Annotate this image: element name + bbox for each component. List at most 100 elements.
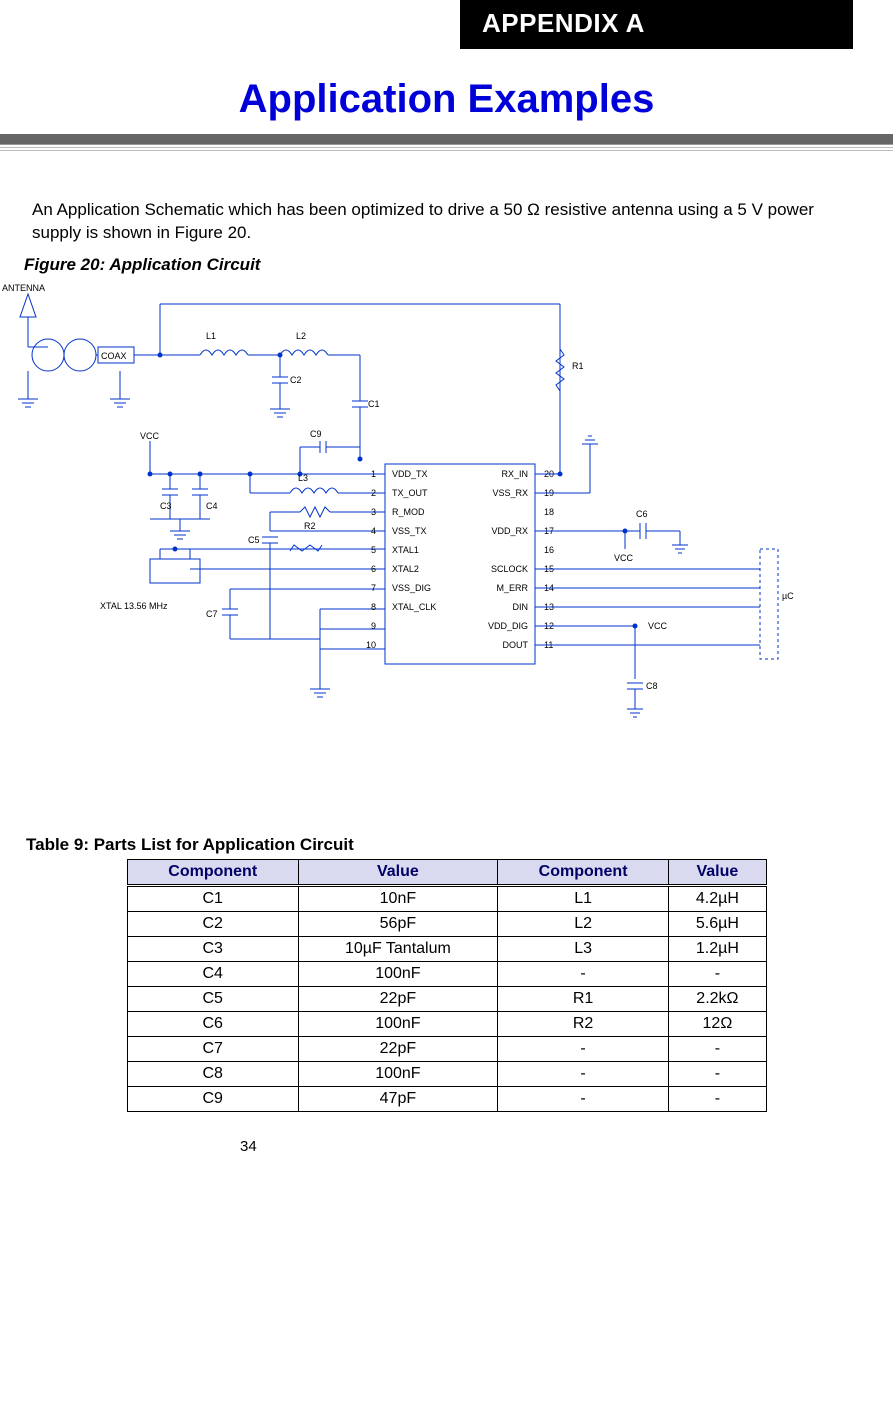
svg-text:VSS_TX: VSS_TX (392, 526, 427, 536)
ref-C6: C6 (636, 509, 648, 519)
table-caption: Table 9: Parts List for Application Circ… (26, 835, 893, 855)
svg-text:5: 5 (371, 545, 376, 555)
svg-text:RX_IN: RX_IN (501, 469, 528, 479)
svg-text:6: 6 (371, 564, 376, 574)
table-cell: R1 (497, 986, 668, 1011)
ref-C9: C9 (310, 429, 322, 439)
svg-text:2: 2 (371, 488, 376, 498)
svg-text:9: 9 (371, 621, 376, 631)
table-row: C947pF-- (127, 1086, 766, 1111)
table-cell: - (497, 1086, 668, 1111)
ref-L2: L2 (296, 331, 306, 341)
svg-text:TX_OUT: TX_OUT (392, 488, 428, 498)
table-cell: 22pF (298, 1036, 497, 1061)
ref-C2: C2 (290, 375, 302, 385)
col-component-b: Component (497, 859, 668, 885)
ref-C4: C4 (206, 501, 218, 511)
svg-text:7: 7 (371, 583, 376, 593)
table-row: C6100nFR212Ω (127, 1011, 766, 1036)
vcc-right-top: VCC (614, 553, 634, 563)
xtal-label: XTAL 13.56 MHz (100, 601, 168, 611)
table-cell: 5.6µH (669, 911, 766, 936)
svg-text:3: 3 (371, 507, 376, 517)
table-cell: 10nF (298, 885, 497, 911)
svg-text:DOUT: DOUT (503, 640, 529, 650)
table-cell: - (497, 1036, 668, 1061)
page-number: 34 (240, 1138, 893, 1155)
svg-text:8: 8 (371, 602, 376, 612)
table-cell: 22pF (298, 986, 497, 1011)
svg-text:R_MOD: R_MOD (392, 507, 425, 517)
table-cell: L1 (497, 885, 668, 911)
table-cell: 100nF (298, 1011, 497, 1036)
ref-C8: C8 (646, 681, 658, 691)
svg-text:XTAL2: XTAL2 (392, 564, 419, 574)
table-cell: - (669, 1086, 766, 1111)
svg-text:VDD_TX: VDD_TX (392, 469, 428, 479)
divider-thin (0, 147, 893, 148)
svg-text:SCLOCK: SCLOCK (491, 564, 528, 574)
ref-C5: C5 (248, 535, 260, 545)
table-cell: C3 (127, 936, 298, 961)
intro-paragraph: An Application Schematic which has been … (32, 199, 845, 245)
svg-text:DIN: DIN (513, 602, 529, 612)
table-cell: 56pF (298, 911, 497, 936)
table-cell: C1 (127, 885, 298, 911)
vcc-right-bot: VCC (648, 621, 668, 631)
table-cell: 1.2µH (669, 936, 766, 961)
divider-thick (0, 134, 893, 145)
table-cell: 10µF Tantalum (298, 936, 497, 961)
schematic-figure: ANTENNA COAX (0, 279, 863, 799)
coax-label: COAX (101, 351, 127, 361)
table-cell: 12Ω (669, 1011, 766, 1036)
table-row: C722pF-- (127, 1036, 766, 1061)
table-cell: 100nF (298, 1061, 497, 1086)
table-row: C522pFR12.2kΩ (127, 986, 766, 1011)
table-cell: C7 (127, 1036, 298, 1061)
table-cell: - (669, 1061, 766, 1086)
ref-R2: R2 (304, 521, 316, 531)
svg-text:16: 16 (544, 545, 554, 555)
table-cell: C4 (127, 961, 298, 986)
table-cell: L2 (497, 911, 668, 936)
table-cell: - (669, 1036, 766, 1061)
svg-text:VDD_RX: VDD_RX (491, 526, 528, 536)
col-value-b: Value (669, 859, 766, 885)
table-cell: 4.2µH (669, 885, 766, 911)
svg-text:VDD_DIG: VDD_DIG (488, 621, 528, 631)
table-row: C8100nF-- (127, 1061, 766, 1086)
table-cell: - (669, 961, 766, 986)
svg-text:18: 18 (544, 507, 554, 517)
svg-text:10: 10 (366, 640, 376, 650)
page-title: Application Examples (40, 77, 853, 122)
antenna-label: ANTENNA (2, 283, 45, 293)
table-cell: - (497, 961, 668, 986)
svg-text:XTAL1: XTAL1 (392, 545, 419, 555)
svg-text:4: 4 (371, 526, 376, 536)
svg-text:VSS_DIG: VSS_DIG (392, 583, 431, 593)
table-cell: C5 (127, 986, 298, 1011)
ref-C3: C3 (160, 501, 172, 511)
vcc-left-label: VCC (140, 431, 160, 441)
appendix-banner: APPENDIX A (460, 0, 853, 49)
table-cell: C2 (127, 911, 298, 936)
ref-L1: L1 (206, 331, 216, 341)
divider-thin (0, 150, 893, 151)
table-cell: C8 (127, 1061, 298, 1086)
svg-text:M_ERR: M_ERR (496, 583, 528, 593)
table-cell: C9 (127, 1086, 298, 1111)
uc-label: µC (782, 591, 794, 601)
table-cell: - (497, 1061, 668, 1086)
svg-text:1: 1 (371, 469, 376, 479)
ref-L3: L3 (298, 473, 308, 483)
table-cell: 100nF (298, 961, 497, 986)
ref-C7: C7 (206, 609, 218, 619)
table-cell: R2 (497, 1011, 668, 1036)
table-cell: 47pF (298, 1086, 497, 1111)
table-cell: 2.2kΩ (669, 986, 766, 1011)
table-header-row: Component Value Component Value (127, 859, 766, 885)
parts-table: Component Value Component Value C110nFL1… (127, 859, 767, 1112)
table-cell: L3 (497, 936, 668, 961)
col-value-a: Value (298, 859, 497, 885)
figure-caption: Figure 20: Application Circuit (24, 255, 845, 275)
